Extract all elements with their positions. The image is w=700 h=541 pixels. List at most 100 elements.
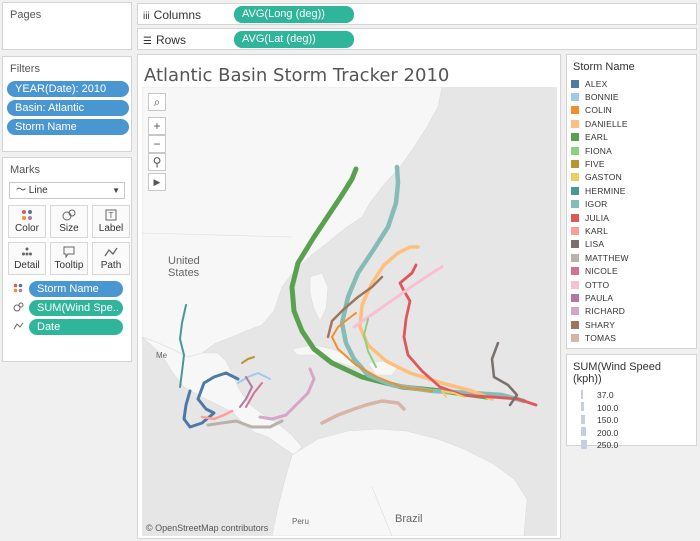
rows-label: ☰ Rows [143, 33, 186, 47]
legend-item[interactable]: JULIA [567, 211, 696, 224]
color-button-label: Color [15, 223, 39, 234]
legend-label: HERMINE [585, 185, 626, 196]
label-button-label: Label [98, 223, 124, 234]
legend-item[interactable]: KARL [567, 224, 696, 237]
mark-type-value: Line [28, 185, 48, 196]
filter-pill-year[interactable]: YEAR(Date): 2010 [7, 81, 129, 97]
legend-item[interactable]: ALEX [567, 77, 696, 90]
label-button[interactable]: T Label [92, 205, 130, 238]
pin-button[interactable]: ⚲ [148, 153, 166, 171]
size-legend-label: 150.0 [597, 415, 619, 426]
columns-label: iii Columns [143, 8, 202, 22]
rows-icon: ☰ [143, 36, 152, 47]
size-button[interactable]: Size [50, 205, 88, 238]
legend-item[interactable]: IGOR [567, 198, 696, 211]
legend-item[interactable]: LISA [567, 238, 696, 251]
label-icon: T [93, 209, 129, 223]
legend-item[interactable]: RICHARD [567, 305, 696, 318]
legend-swatch [571, 119, 579, 128]
legend-item[interactable]: PAULA [567, 291, 696, 304]
map-attribution[interactable]: © OpenStreetMap contributors [146, 523, 268, 533]
minus-icon: − [153, 137, 161, 151]
marks-pill-wind-speed[interactable]: SUM(Wind Spe.. [29, 300, 123, 316]
columns-shelf[interactable]: iii Columns AVG(Long (deg)) [137, 3, 697, 25]
legend-item[interactable]: DANIELLE [567, 117, 696, 130]
marks-pill-date[interactable]: Date [29, 319, 123, 335]
legend-swatch [571, 173, 579, 182]
legend-item[interactable]: NICOLE [567, 264, 696, 277]
tooltip-button[interactable]: Tooltip [50, 242, 88, 275]
detail-button-label: Detail [14, 260, 40, 271]
size-legend-bar [581, 402, 584, 412]
rows-pill[interactable]: AVG(Lat (deg)) [234, 31, 354, 48]
legend-swatch [571, 280, 579, 289]
legend-label: BONNIE [585, 92, 619, 103]
marks-pill-storm-name[interactable]: Storm Name [29, 281, 123, 297]
map-search-button[interactable]: ⌕ [148, 93, 166, 111]
map-svg [142, 87, 557, 536]
legend-label: FIONA [585, 145, 612, 156]
legend-title: Storm Name [573, 61, 635, 73]
legend-swatch [571, 226, 579, 235]
map-canvas[interactable]: ⌕ + − ⚲ ▶ United States Me Peru Brazil ©… [142, 87, 557, 536]
columns-pill[interactable]: AVG(Long (deg)) [234, 6, 354, 23]
legend-item[interactable]: FIONA [567, 144, 696, 157]
zoom-out-button[interactable]: − [148, 135, 166, 153]
legend-label: GASTON [585, 172, 622, 183]
color-button[interactable]: Color [8, 205, 46, 238]
legend-label: FIVE [585, 159, 605, 170]
line-mark-icon: 〜 [16, 185, 26, 196]
chevron-down-icon: ▼ [112, 186, 120, 195]
viz-view: Atlantic Basin Storm Tracker 2010 ⌕ + − … [137, 54, 561, 539]
legend-label: KARL [585, 225, 609, 236]
legend-label: SHARY [585, 319, 616, 330]
legend-swatch [571, 200, 579, 209]
size-legend-item: 200.0 [567, 427, 696, 440]
legend-label: COLIN [585, 105, 612, 116]
legend-item[interactable]: SHARY [567, 318, 696, 331]
filters-card: Filters YEAR(Date): 2010 Basin: Atlantic… [2, 56, 132, 152]
size-legend-label: 200.0 [597, 427, 619, 438]
filter-pill-storm-name[interactable]: Storm Name [7, 119, 129, 135]
path-icon [7, 321, 29, 334]
legend-item[interactable]: FIVE [567, 157, 696, 170]
map-toolbar-expand-button[interactable]: ▶ [148, 173, 166, 191]
legend-swatch [571, 293, 579, 302]
legend-item[interactable]: TOMAS [567, 331, 696, 344]
plus-icon: + [153, 119, 161, 133]
legend-item[interactable]: MATTHEW [567, 251, 696, 264]
marks-field-size: SUM(Wind Spe.. [7, 300, 127, 316]
rows-shelf[interactable]: ☰ Rows AVG(Lat (deg)) [137, 28, 697, 50]
marks-field-color: Storm Name [7, 281, 127, 297]
zoom-in-button[interactable]: + [148, 117, 166, 135]
legend-swatch [571, 160, 579, 169]
size-legend-item: 150.0 [567, 414, 696, 427]
legend-label: LISA [585, 239, 605, 250]
legend-item[interactable]: HERMINE [567, 184, 696, 197]
legend-item[interactable]: BONNIE [567, 90, 696, 103]
size-icon [51, 209, 87, 223]
legend-item[interactable]: GASTON [567, 171, 696, 184]
legend-swatch [571, 240, 579, 249]
play-arrow-icon: ▶ [153, 177, 161, 187]
size-icon [7, 302, 29, 315]
path-button[interactable]: Path [92, 242, 130, 275]
pages-title: Pages [10, 9, 42, 21]
color-dots-icon [7, 283, 29, 296]
chart-title: Atlantic Basin Storm Tracker 2010 [144, 65, 450, 86]
filter-pill-basin[interactable]: Basin: Atlantic [7, 100, 129, 116]
detail-button[interactable]: Detail [8, 242, 46, 275]
legend-label: IGOR [585, 199, 608, 210]
legend-swatch [571, 133, 579, 142]
legend-label: DANIELLE [585, 118, 628, 129]
mark-type-dropdown[interactable]: 〜 Line ▼ [9, 182, 125, 199]
search-icon: ⌕ [153, 95, 161, 109]
legend-swatch [571, 307, 579, 316]
legend-items: ALEX BONNIE COLIN DANIELLE EARL FIONA FIVE GAST… [567, 77, 696, 345]
legend-swatch [571, 79, 579, 88]
legend-item[interactable]: OTTO [567, 278, 696, 291]
size-legend-title: SUM(Wind Speed (kph)) [573, 361, 662, 385]
legend-item[interactable]: EARL [567, 131, 696, 144]
legend-item[interactable]: COLIN [567, 104, 696, 117]
size-legend-bar [581, 427, 586, 437]
